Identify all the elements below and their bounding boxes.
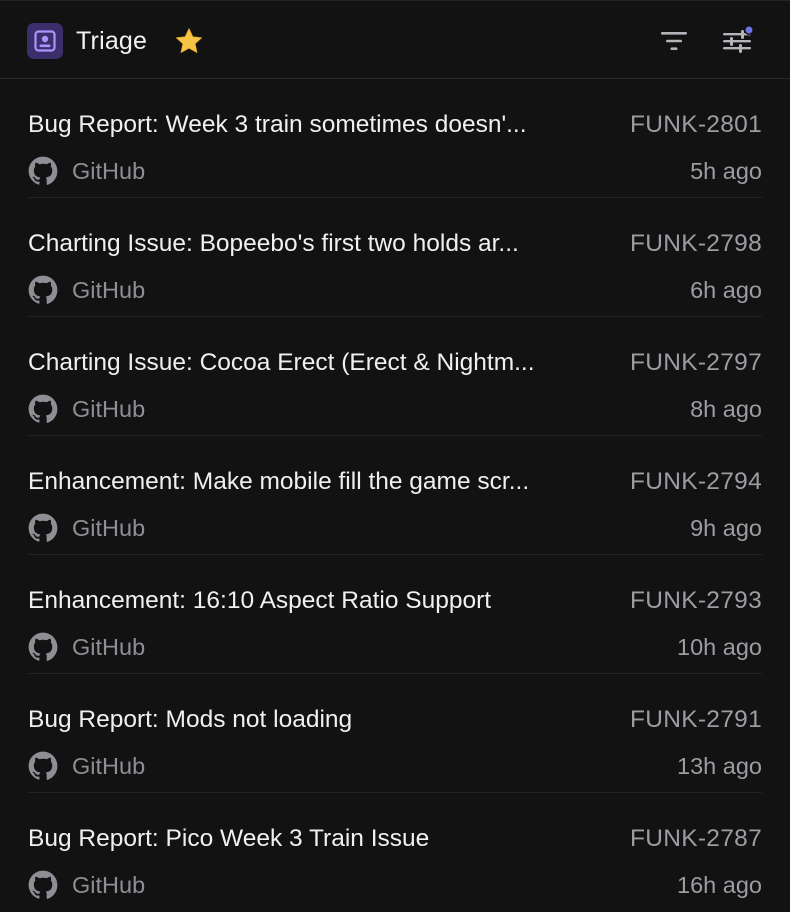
issue-time: 6h ago: [690, 277, 762, 303]
issue-source: GitHub: [28, 750, 145, 782]
source-label: GitHub: [72, 276, 146, 303]
filter-button[interactable]: [656, 25, 692, 57]
github-icon: [28, 394, 58, 424]
issue-time: 9h ago: [690, 515, 762, 541]
issue-row[interactable]: Bug Report: Week 3 train sometimes doesn…: [28, 79, 762, 198]
issue-source: GitHub: [28, 274, 145, 306]
issue-row[interactable]: Charting Issue: Cocoa Erect (Erect & Nig…: [28, 317, 762, 436]
issue-row[interactable]: Charting Issue: Bopeebo's first two hold…: [28, 198, 762, 317]
source-label: GitHub: [72, 871, 146, 898]
issue-title: Charting Issue: Bopeebo's first two hold…: [28, 230, 519, 257]
issue-id: FUNK-2801: [629, 111, 762, 138]
issue-time: 13h ago: [677, 753, 762, 779]
issue-row[interactable]: Bug Report: Mods not loading FUNK-2791 G…: [28, 674, 762, 793]
display-options-button[interactable]: [719, 22, 759, 58]
github-icon: [28, 632, 58, 662]
issue-title: Charting Issue: Cocoa Erect (Erect & Nig…: [28, 349, 535, 376]
filter-icon: [661, 32, 687, 50]
issue-time: 8h ago: [690, 396, 762, 422]
issue-list: Bug Report: Week 3 train sometimes doesn…: [0, 79, 790, 911]
github-icon: [28, 275, 58, 305]
source-label: GitHub: [72, 395, 146, 422]
github-icon: [28, 751, 58, 781]
star-icon[interactable]: [172, 25, 206, 59]
issue-source: GitHub: [28, 155, 145, 187]
team-icon[interactable]: [27, 23, 63, 59]
issue-id: FUNK-2793: [629, 587, 762, 614]
source-label: GitHub: [72, 514, 146, 541]
issue-row[interactable]: Enhancement: 16:10 Aspect Ratio Support …: [28, 555, 762, 674]
github-icon: [28, 513, 58, 543]
issue-id: FUNK-2791: [629, 706, 762, 733]
issue-id: FUNK-2794: [629, 468, 762, 495]
issue-source: GitHub: [28, 393, 145, 425]
issue-source: GitHub: [28, 631, 145, 663]
issue-title: Bug Report: Mods not loading: [28, 706, 353, 733]
issue-row[interactable]: Bug Report: Pico Week 3 Train Issue FUNK…: [28, 793, 762, 911]
issue-id: FUNK-2798: [629, 230, 762, 257]
issue-time: 16h ago: [677, 872, 762, 898]
github-icon: [28, 870, 58, 900]
display-options-icon: [723, 25, 754, 53]
issue-title: Enhancement: 16:10 Aspect Ratio Support: [28, 587, 492, 614]
issue-title: Bug Report: Pico Week 3 Train Issue: [28, 825, 430, 852]
page-title: Triage: [76, 27, 148, 55]
triage-header: Triage: [0, 0, 790, 79]
source-label: GitHub: [72, 633, 146, 660]
source-label: GitHub: [72, 157, 146, 184]
issue-id: FUNK-2787: [629, 825, 762, 852]
issue-title: Bug Report: Week 3 train sometimes doesn…: [28, 111, 527, 138]
issue-time: 5h ago: [690, 158, 762, 184]
issue-row[interactable]: Enhancement: Make mobile fill the game s…: [28, 436, 762, 555]
github-icon: [28, 156, 58, 186]
issue-title: Enhancement: Make mobile fill the game s…: [28, 468, 530, 495]
issue-source: GitHub: [28, 512, 145, 544]
source-label: GitHub: [72, 752, 146, 779]
issue-time: 10h ago: [677, 634, 762, 660]
issue-source: GitHub: [28, 869, 145, 901]
issue-id: FUNK-2797: [629, 349, 762, 376]
